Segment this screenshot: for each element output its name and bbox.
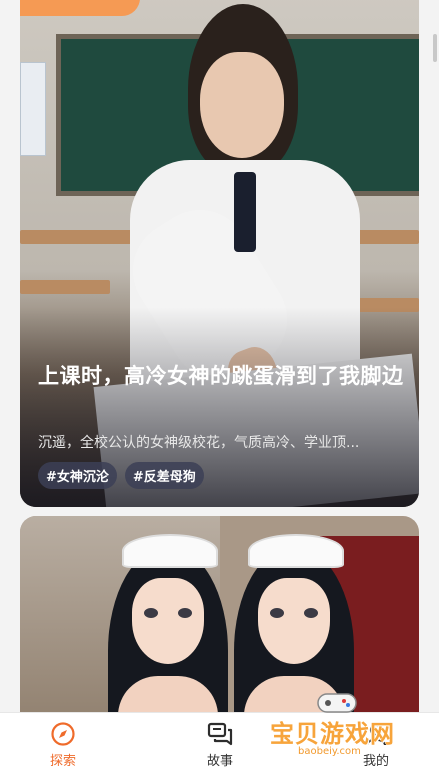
nav-label: 探索 xyxy=(49,754,76,769)
story-card[interactable]: 上课时，高冷女神的跳蛋滑到了我脚边 沉遥，全校公认的女神级校花，气质高冷、学业顶… xyxy=(20,0,419,507)
watermark-text: 宝贝游戏网 xyxy=(270,720,395,748)
nav-item-story[interactable]: 故事 xyxy=(180,721,260,769)
scrollbar[interactable] xyxy=(433,34,437,62)
card-tags: #女神沉沦 #反差母狗 xyxy=(38,462,204,489)
tag-chip[interactable]: #女神沉沦 xyxy=(38,462,117,489)
story-card[interactable] xyxy=(20,516,419,712)
chat-bubbles-icon xyxy=(207,722,233,746)
nav-label: 故事 xyxy=(206,754,233,769)
site-watermark: 宝贝游戏网 baobeiy.com xyxy=(262,693,412,764)
card-title: 上课时，高冷女神的跳蛋滑到了我脚边 xyxy=(38,364,404,388)
card-description: 沉遥，全校公认的女神级校花，气质高冷、学业顶... xyxy=(38,435,360,451)
story-feed: 上课时，高冷女神的跳蛋滑到了我脚边 沉遥，全校公认的女神级校花，气质高冷、学业顶… xyxy=(0,0,439,712)
tag-chip[interactable]: #反差母狗 xyxy=(124,462,204,489)
compass-icon xyxy=(51,722,75,746)
watermark-url: baobeiy.com xyxy=(298,746,361,757)
nav-item-explore[interactable]: 探索 xyxy=(23,721,103,769)
card-category-badge xyxy=(20,0,140,16)
